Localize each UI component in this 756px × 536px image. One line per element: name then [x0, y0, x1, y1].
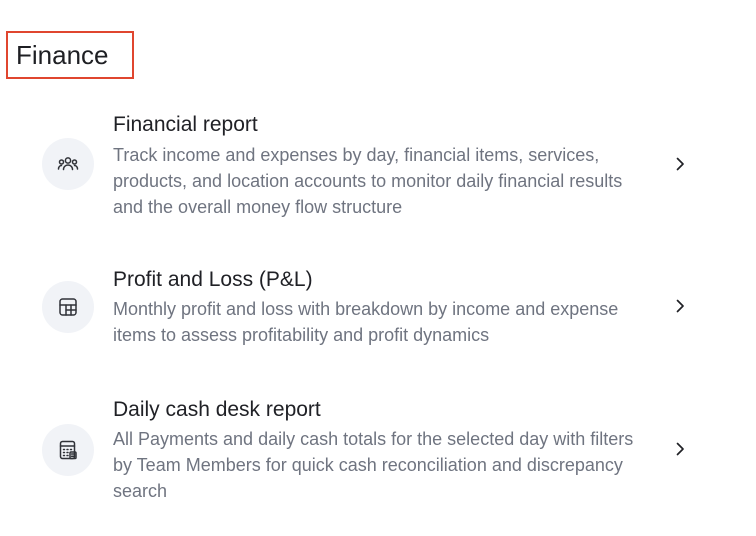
report-item-title: Financial report: [113, 113, 258, 136]
section-title-text: Finance: [16, 39, 109, 70]
report-item-description: All Payments and daily cash totals for t…: [113, 429, 634, 501]
section-title-finance: Finance: [6, 31, 134, 79]
report-item-title: Daily cash desk report: [113, 398, 321, 421]
report-item-description: Monthly profit and loss with breakdown b…: [113, 299, 619, 345]
chevron-right-icon: [672, 298, 688, 314]
table-grid-icon: [42, 281, 94, 333]
report-item-description: Track income and expenses by day, financ…: [113, 145, 623, 217]
users-group-icon: [42, 138, 94, 190]
chevron-right-icon: [672, 441, 688, 457]
chevron-right-icon: [672, 156, 688, 172]
report-item-title: Profit and Loss (P&L): [113, 268, 313, 291]
calculator-icon: [42, 424, 94, 476]
